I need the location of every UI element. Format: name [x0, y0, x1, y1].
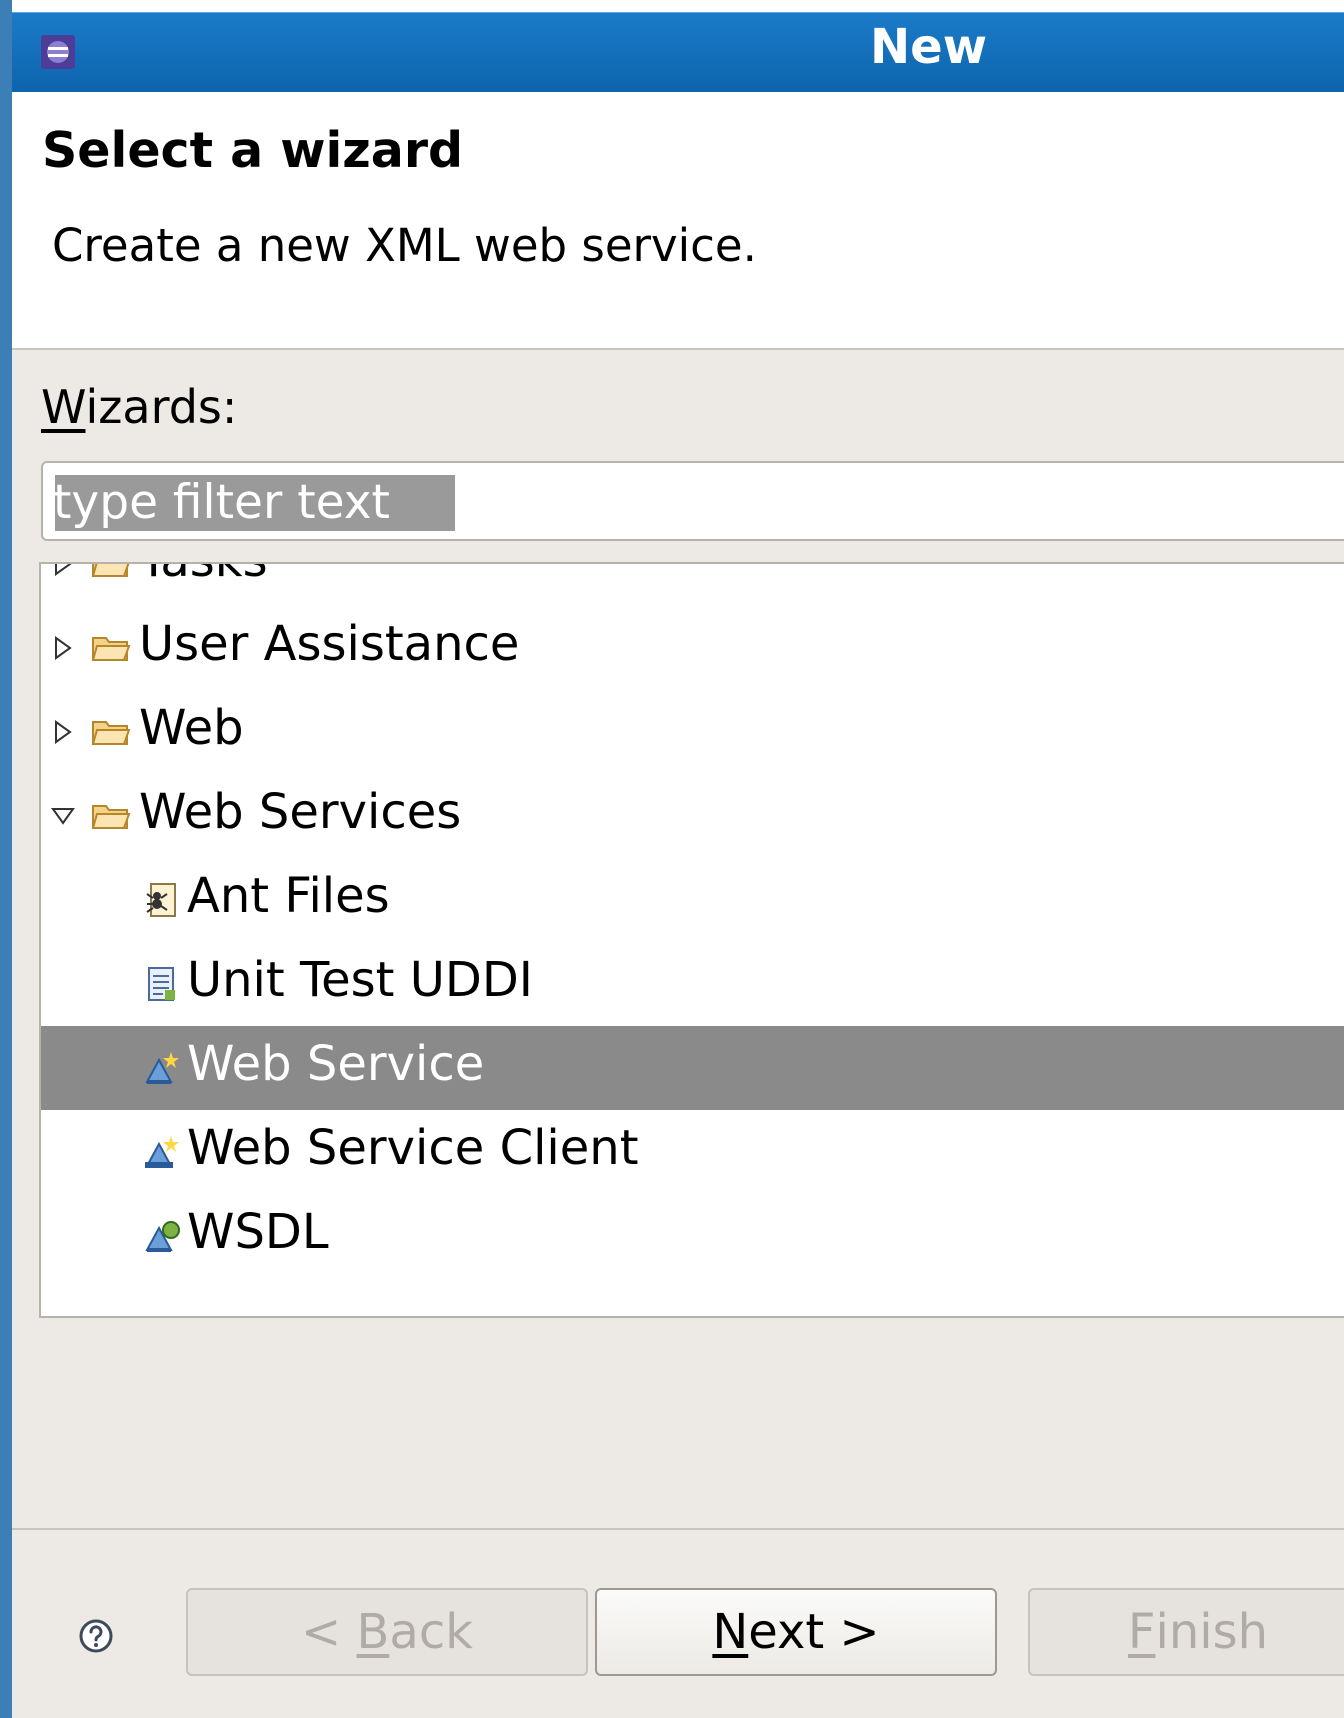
next-button[interactable]: Next >: [595, 1588, 997, 1676]
window-title: New: [870, 19, 988, 75]
tree-item-user-assistance[interactable]: User Assistance: [41, 606, 1344, 690]
filter-input[interactable]: [53, 473, 953, 531]
wizard-content: Wizards: Tasks: [12, 350, 1344, 1718]
tree-item-label: Ant Files: [187, 868, 390, 924]
back-button-mnemonic: B: [356, 1604, 390, 1660]
window-frame: [0, 0, 12, 1718]
filter-field[interactable]: [41, 461, 1344, 541]
help-icon[interactable]: [78, 1618, 114, 1654]
tree-item-wsdl[interactable]: WSDL: [41, 1194, 1344, 1278]
tree-item-web[interactable]: Web: [41, 690, 1344, 774]
wizards-label: Wizards:: [41, 380, 237, 434]
wsdl-icon: [145, 1221, 180, 1252]
chevron-right-icon[interactable]: [51, 718, 75, 746]
ant-file-icon: [146, 883, 176, 917]
tree-item-unit-test-uddi[interactable]: Unit Test UDDI: [41, 942, 1344, 1026]
footer-separator: [12, 1528, 1344, 1530]
back-button-prefix: <: [300, 1604, 357, 1660]
tree-item-label: WSDL: [187, 1204, 329, 1260]
folder-icon: [91, 721, 131, 745]
wizard-tree[interactable]: Tasks User Assistance: [39, 562, 1344, 1318]
tree-item-web-service-client[interactable]: Web Service Client: [41, 1110, 1344, 1194]
page-description: Create a new XML web service.: [52, 219, 757, 272]
tree-item-tasks[interactable]: Tasks: [41, 562, 1344, 606]
tree-item-web-service[interactable]: Web Service: [41, 1026, 1344, 1110]
page-title: Select a wizard: [42, 122, 464, 179]
finish-button[interactable]: Finish: [1028, 1588, 1344, 1676]
web-service-icon: [145, 1052, 179, 1084]
chevron-right-icon[interactable]: [51, 562, 75, 578]
tree-item-label: Unit Test UDDI: [187, 952, 533, 1008]
wizards-label-rest: izards:: [85, 380, 238, 434]
uddi-page-icon: [148, 967, 175, 1001]
eclipse-icon: [41, 35, 75, 69]
chevron-down-icon[interactable]: [49, 804, 77, 828]
wizards-label-mnemonic: W: [41, 380, 86, 434]
finish-button-mnemonic: F: [1127, 1604, 1156, 1660]
next-button-rest: ext >: [748, 1604, 880, 1660]
title-bar[interactable]: New: [12, 12, 1344, 92]
tree-item-label: Tasks: [139, 564, 268, 588]
tree-item-label: User Assistance: [139, 616, 520, 672]
finish-button-rest: inish: [1155, 1604, 1269, 1660]
back-button[interactable]: < Back: [186, 1588, 588, 1676]
back-button-rest: ack: [389, 1604, 474, 1660]
web-service-client-icon: [145, 1136, 179, 1168]
tree-item-label: Web Services: [139, 784, 462, 840]
folder-icon: [91, 564, 130, 577]
chevron-right-icon[interactable]: [51, 634, 75, 662]
folder-icon: [91, 637, 131, 661]
tree-item-label: Web Service Client: [187, 1120, 639, 1176]
next-button-mnemonic: N: [712, 1604, 749, 1660]
tree-item-label: Web Service: [187, 1036, 485, 1092]
tree-item-label: Web: [139, 700, 244, 756]
folder-open-icon: [91, 805, 131, 829]
new-wizard-dialog: New Select a wizard Create a new XML web…: [0, 0, 1344, 1718]
wizard-header: Select a wizard Create a new XML web ser…: [12, 92, 1344, 350]
tree-item-ant-files[interactable]: Ant Files: [41, 858, 1344, 942]
tree-item-web-services[interactable]: Web Services: [41, 774, 1344, 858]
